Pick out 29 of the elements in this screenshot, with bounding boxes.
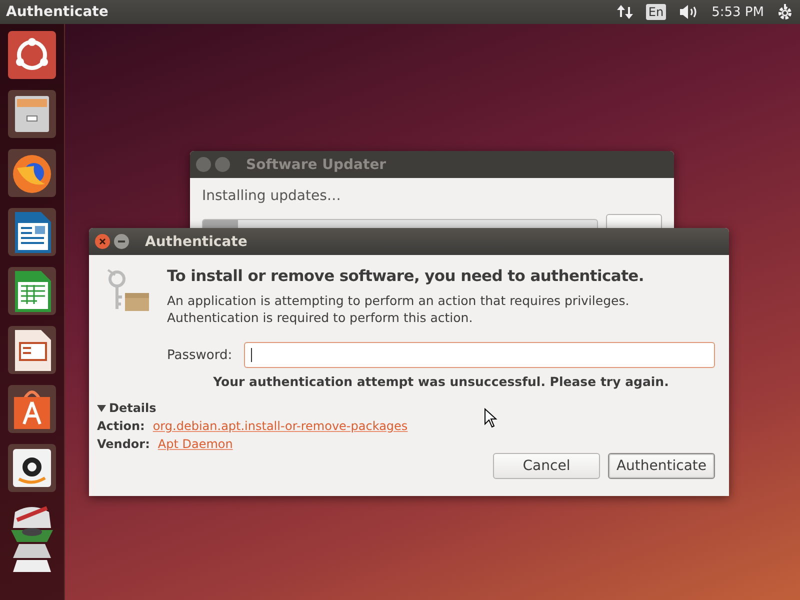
file-cabinet-icon[interactable] (7, 89, 57, 139)
close-button[interactable] (95, 234, 110, 249)
password-label: Password: (167, 348, 232, 362)
document-icon[interactable] (7, 207, 57, 257)
keyboard-indicator[interactable]: En (646, 4, 666, 20)
error-message: Your authentication attempt was unsuccessful. Please try again. (212, 374, 670, 389)
detail-label: Action: (97, 419, 145, 433)
dialog-heading: To install or remove software, you need to authenticate. (167, 267, 645, 285)
browser-icon[interactable] (7, 148, 57, 198)
minimize-button[interactable] (114, 234, 129, 249)
spreadsheet-icon[interactable] (7, 266, 57, 316)
details-toggle[interactable]: Details (97, 401, 156, 415)
window-title: Authenticate (6, 4, 108, 20)
shopping-bag-icon[interactable] (7, 384, 57, 434)
authenticate-button[interactable]: Authenticate (608, 453, 715, 479)
mouse-pointer-icon (484, 408, 498, 428)
dialog-message: An application is attempting to perform an action that requires privileges. Authentication is required to perform this action. (167, 292, 630, 326)
ubuntu-logo-icon[interactable] (7, 30, 57, 80)
settings-icon[interactable] (776, 3, 794, 21)
detail-label: Vendor: (97, 437, 150, 451)
password-field[interactable] (244, 342, 715, 368)
clock[interactable]: 5:53 PM (712, 4, 764, 20)
network-icon[interactable] (616, 3, 634, 21)
presentation-icon[interactable] (7, 325, 57, 375)
triangle-icon (97, 404, 106, 412)
cancel-button[interactable]: Cancel (493, 453, 600, 479)
window-title: Software Updater (246, 156, 386, 172)
window-title: Authenticate (145, 234, 248, 250)
status-text: Installing updates… (202, 188, 342, 204)
